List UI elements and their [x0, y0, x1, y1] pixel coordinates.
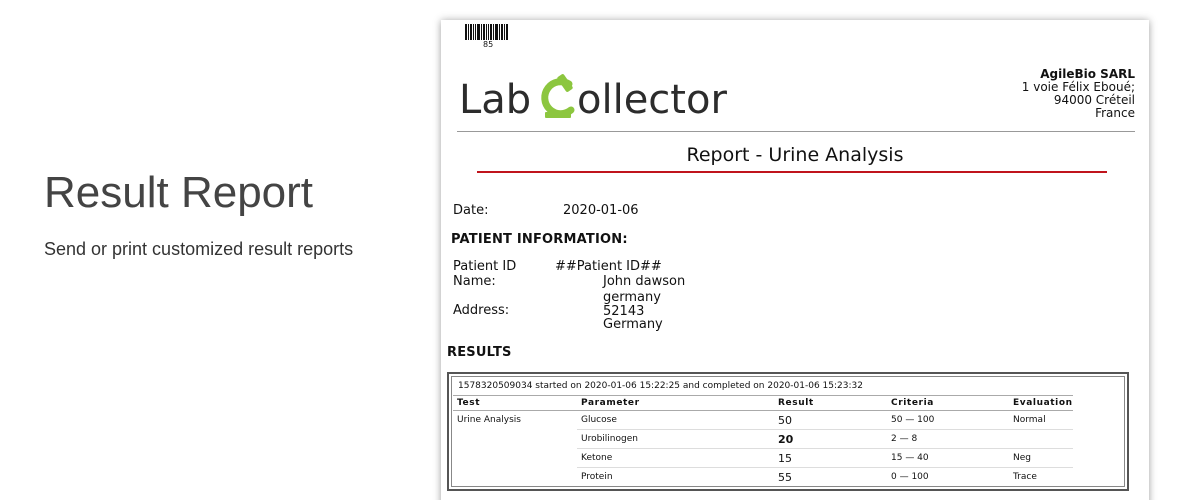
evaluation-cell: [1009, 429, 1073, 449]
results-box: 1578320509034 started on 2020-01-06 15:2…: [447, 372, 1129, 491]
date-label: Date:: [453, 203, 489, 218]
page-subtitle: Send or print customized result reports: [44, 239, 354, 259]
address-line: Germany: [603, 317, 663, 332]
test-name-cell: Urine Analysis: [457, 415, 521, 425]
page-title: Result Report: [44, 168, 314, 217]
parameter-cell: Glucose: [577, 410, 774, 430]
column-header: Criteria: [887, 395, 1009, 411]
results-section-heading: RESULTS: [447, 345, 512, 360]
barcode-number: 85: [483, 40, 494, 49]
report-document: 85 Lab ollector AgileBio SARL 1 voie Fél…: [441, 20, 1149, 500]
evaluation-cell: Trace: [1013, 472, 1037, 483]
parameter-cell: Urobilinogen: [577, 429, 774, 449]
result-cell: 50: [774, 410, 887, 430]
report-title: Report - Urine Analysis: [686, 144, 904, 166]
run-info: 1578320509034 started on 2020-01-06 15:2…: [458, 381, 863, 391]
column-header: Evaluation: [1009, 395, 1073, 411]
criteria-cell: 15 — 40: [887, 448, 1009, 468]
patient-section-heading: PATIENT INFORMATION:: [451, 232, 628, 247]
patient-address-label: Address:: [453, 303, 510, 318]
column-header: Result: [774, 395, 887, 411]
labcollector-logo: Lab ollector: [457, 62, 737, 126]
patient-id-value: ##Patient ID##: [555, 259, 662, 274]
company-address: AgileBio SARL 1 voie Félix Eboué; 94000 …: [1022, 68, 1135, 120]
address-line: germany: [603, 290, 661, 305]
logo-text-ollector: ollector: [577, 77, 727, 123]
title-underline: [477, 171, 1107, 173]
address-line: 52143: [603, 303, 645, 319]
patient-name-label: Name:: [453, 274, 496, 289]
results-table: Test Parameter Result Criteria Evaluatio…: [453, 395, 1073, 487]
evaluation-cell: Neg: [1009, 448, 1073, 468]
column-header: Test: [453, 395, 577, 411]
barcode-icon: [465, 24, 515, 40]
logo-text-lab: Lab: [459, 77, 532, 123]
patient-address: germany 52143 Germany: [603, 291, 663, 332]
result-cell: 55: [778, 470, 792, 484]
date-value: 2020-01-06: [563, 203, 639, 218]
parameter-cell: Protein: [581, 472, 613, 483]
result-cell: 20: [774, 429, 887, 449]
patient-name-value: John dawson: [603, 274, 686, 289]
table-row: Urine Analysis Glucose 50 50 — 100 Norma…: [453, 410, 1073, 430]
company-country: France: [1095, 106, 1135, 120]
criteria-cell: 2 — 8: [887, 429, 1009, 449]
column-header: Parameter: [577, 395, 774, 411]
table-header-row: Test Parameter Result Criteria Evaluatio…: [453, 395, 1073, 411]
header-divider: [457, 131, 1135, 132]
microscope-icon: [541, 74, 575, 118]
patient-id-label: Patient ID: [453, 259, 517, 274]
evaluation-cell: Normal: [1009, 410, 1073, 430]
result-cell: 15: [774, 448, 887, 468]
criteria-cell: 50 — 100: [887, 410, 1009, 430]
parameter-cell: Ketone: [577, 448, 774, 468]
results-panel: 1578320509034 started on 2020-01-06 15:2…: [451, 376, 1125, 487]
criteria-cell: 0 — 100: [891, 472, 929, 483]
